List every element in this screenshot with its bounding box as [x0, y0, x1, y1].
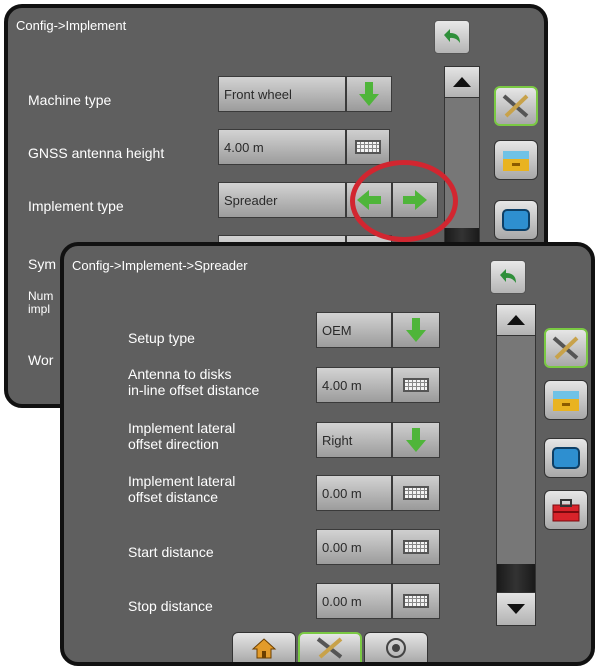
- side-tab-tools[interactable]: [494, 86, 538, 126]
- side-tab-console[interactable]: [544, 380, 588, 420]
- gnss-icon: [386, 638, 406, 658]
- implement-type-label: Implement type: [28, 198, 124, 214]
- page-title: Config->Implement: [16, 18, 127, 33]
- setup-type-dropdown-button[interactable]: [392, 312, 440, 348]
- gnss-antenna-height-value[interactable]: 4.00 m: [218, 129, 346, 165]
- implement-type-prev-button[interactable]: [346, 182, 392, 218]
- bottom-tab-gnss[interactable]: [364, 632, 428, 662]
- page-title: Config->Implement->Spreader: [72, 258, 248, 273]
- keyboard-icon: [403, 594, 429, 608]
- scroll-up-button[interactable]: [444, 66, 480, 98]
- config-spreader-panel: Config->Implement->Spreader Setup type O…: [60, 242, 595, 666]
- start-distance-value[interactable]: 0.00 m: [316, 529, 392, 565]
- symmetry-label: Sym: [28, 256, 56, 272]
- lateral-offset-direction-dropdown-button[interactable]: [392, 422, 440, 458]
- working-width-label: Wor: [28, 352, 54, 368]
- bottom-tab-home[interactable]: [232, 632, 296, 662]
- stop-distance-value[interactable]: 0.00 m: [316, 583, 392, 619]
- down-arrow-icon: [406, 428, 426, 452]
- bottom-tab-tools[interactable]: [298, 632, 362, 662]
- lateral-offset-distance-keyboard-button[interactable]: [392, 475, 440, 511]
- back-arrow-icon: [444, 29, 460, 43]
- keyboard-icon: [355, 140, 381, 154]
- side-tab-tools[interactable]: [544, 328, 588, 368]
- right-arrow-icon: [403, 190, 427, 210]
- lateral-offset-distance-label: Implement lateral offset distance: [128, 473, 236, 505]
- console-icon: [553, 391, 579, 411]
- keyboard-icon: [403, 540, 429, 554]
- keyboard-icon: [403, 486, 429, 500]
- start-distance-label: Start distance: [128, 544, 214, 560]
- implement-type-next-button[interactable]: [392, 182, 438, 218]
- side-tab-screen[interactable]: [544, 438, 588, 478]
- tools-icon: [552, 336, 579, 360]
- lateral-offset-direction-value[interactable]: Right: [316, 422, 392, 458]
- machine-type-dropdown-button[interactable]: [346, 76, 392, 112]
- machine-type-value[interactable]: Front wheel: [218, 76, 346, 112]
- lateral-offset-direction-label: Implement lateral offset direction: [128, 420, 236, 452]
- scroll-up-button[interactable]: [496, 304, 536, 336]
- screen-icon: [502, 209, 530, 231]
- home-icon: [251, 638, 277, 659]
- keyboard-icon: [403, 378, 429, 392]
- setup-type-value[interactable]: OEM: [316, 312, 392, 348]
- setup-type-label: Setup type: [128, 330, 195, 346]
- up-triangle-icon: [507, 315, 525, 325]
- stop-distance-keyboard-button[interactable]: [392, 583, 440, 619]
- down-arrow-icon: [406, 318, 426, 342]
- stop-distance-label: Stop distance: [128, 598, 213, 614]
- side-tab-console[interactable]: [494, 140, 538, 180]
- tools-icon: [316, 637, 343, 659]
- tools-icon: [502, 94, 529, 118]
- gnss-antenna-height-label: GNSS antenna height: [28, 145, 165, 161]
- gnss-antenna-height-keyboard-button[interactable]: [346, 129, 390, 165]
- up-triangle-icon: [453, 77, 471, 87]
- scroll-down-button[interactable]: [496, 592, 536, 626]
- back-button[interactable]: [490, 260, 526, 294]
- implement-type-value[interactable]: Spreader: [218, 182, 346, 218]
- antenna-to-disks-keyboard-button[interactable]: [392, 367, 440, 403]
- left-arrow-icon: [357, 190, 381, 210]
- toolbox-icon: [552, 499, 580, 522]
- back-button[interactable]: [434, 20, 470, 54]
- down-triangle-icon: [507, 604, 525, 614]
- machine-type-label: Machine type: [28, 92, 112, 108]
- scroll-thumb[interactable]: [497, 564, 535, 592]
- side-tab-toolbox[interactable]: [544, 490, 588, 530]
- start-distance-keyboard-button[interactable]: [392, 529, 440, 565]
- console-icon: [503, 151, 529, 171]
- antenna-to-disks-value[interactable]: 4.00 m: [316, 367, 392, 403]
- side-tab-screen[interactable]: [494, 200, 538, 240]
- antenna-to-disks-label: Antenna to disks in-line offset distance: [128, 366, 260, 398]
- lateral-offset-distance-value[interactable]: 0.00 m: [316, 475, 392, 511]
- down-arrow-icon: [359, 82, 379, 106]
- number-of-implements-label: Num impl: [28, 289, 54, 316]
- back-arrow-icon: [500, 269, 516, 283]
- screen-icon: [552, 447, 580, 469]
